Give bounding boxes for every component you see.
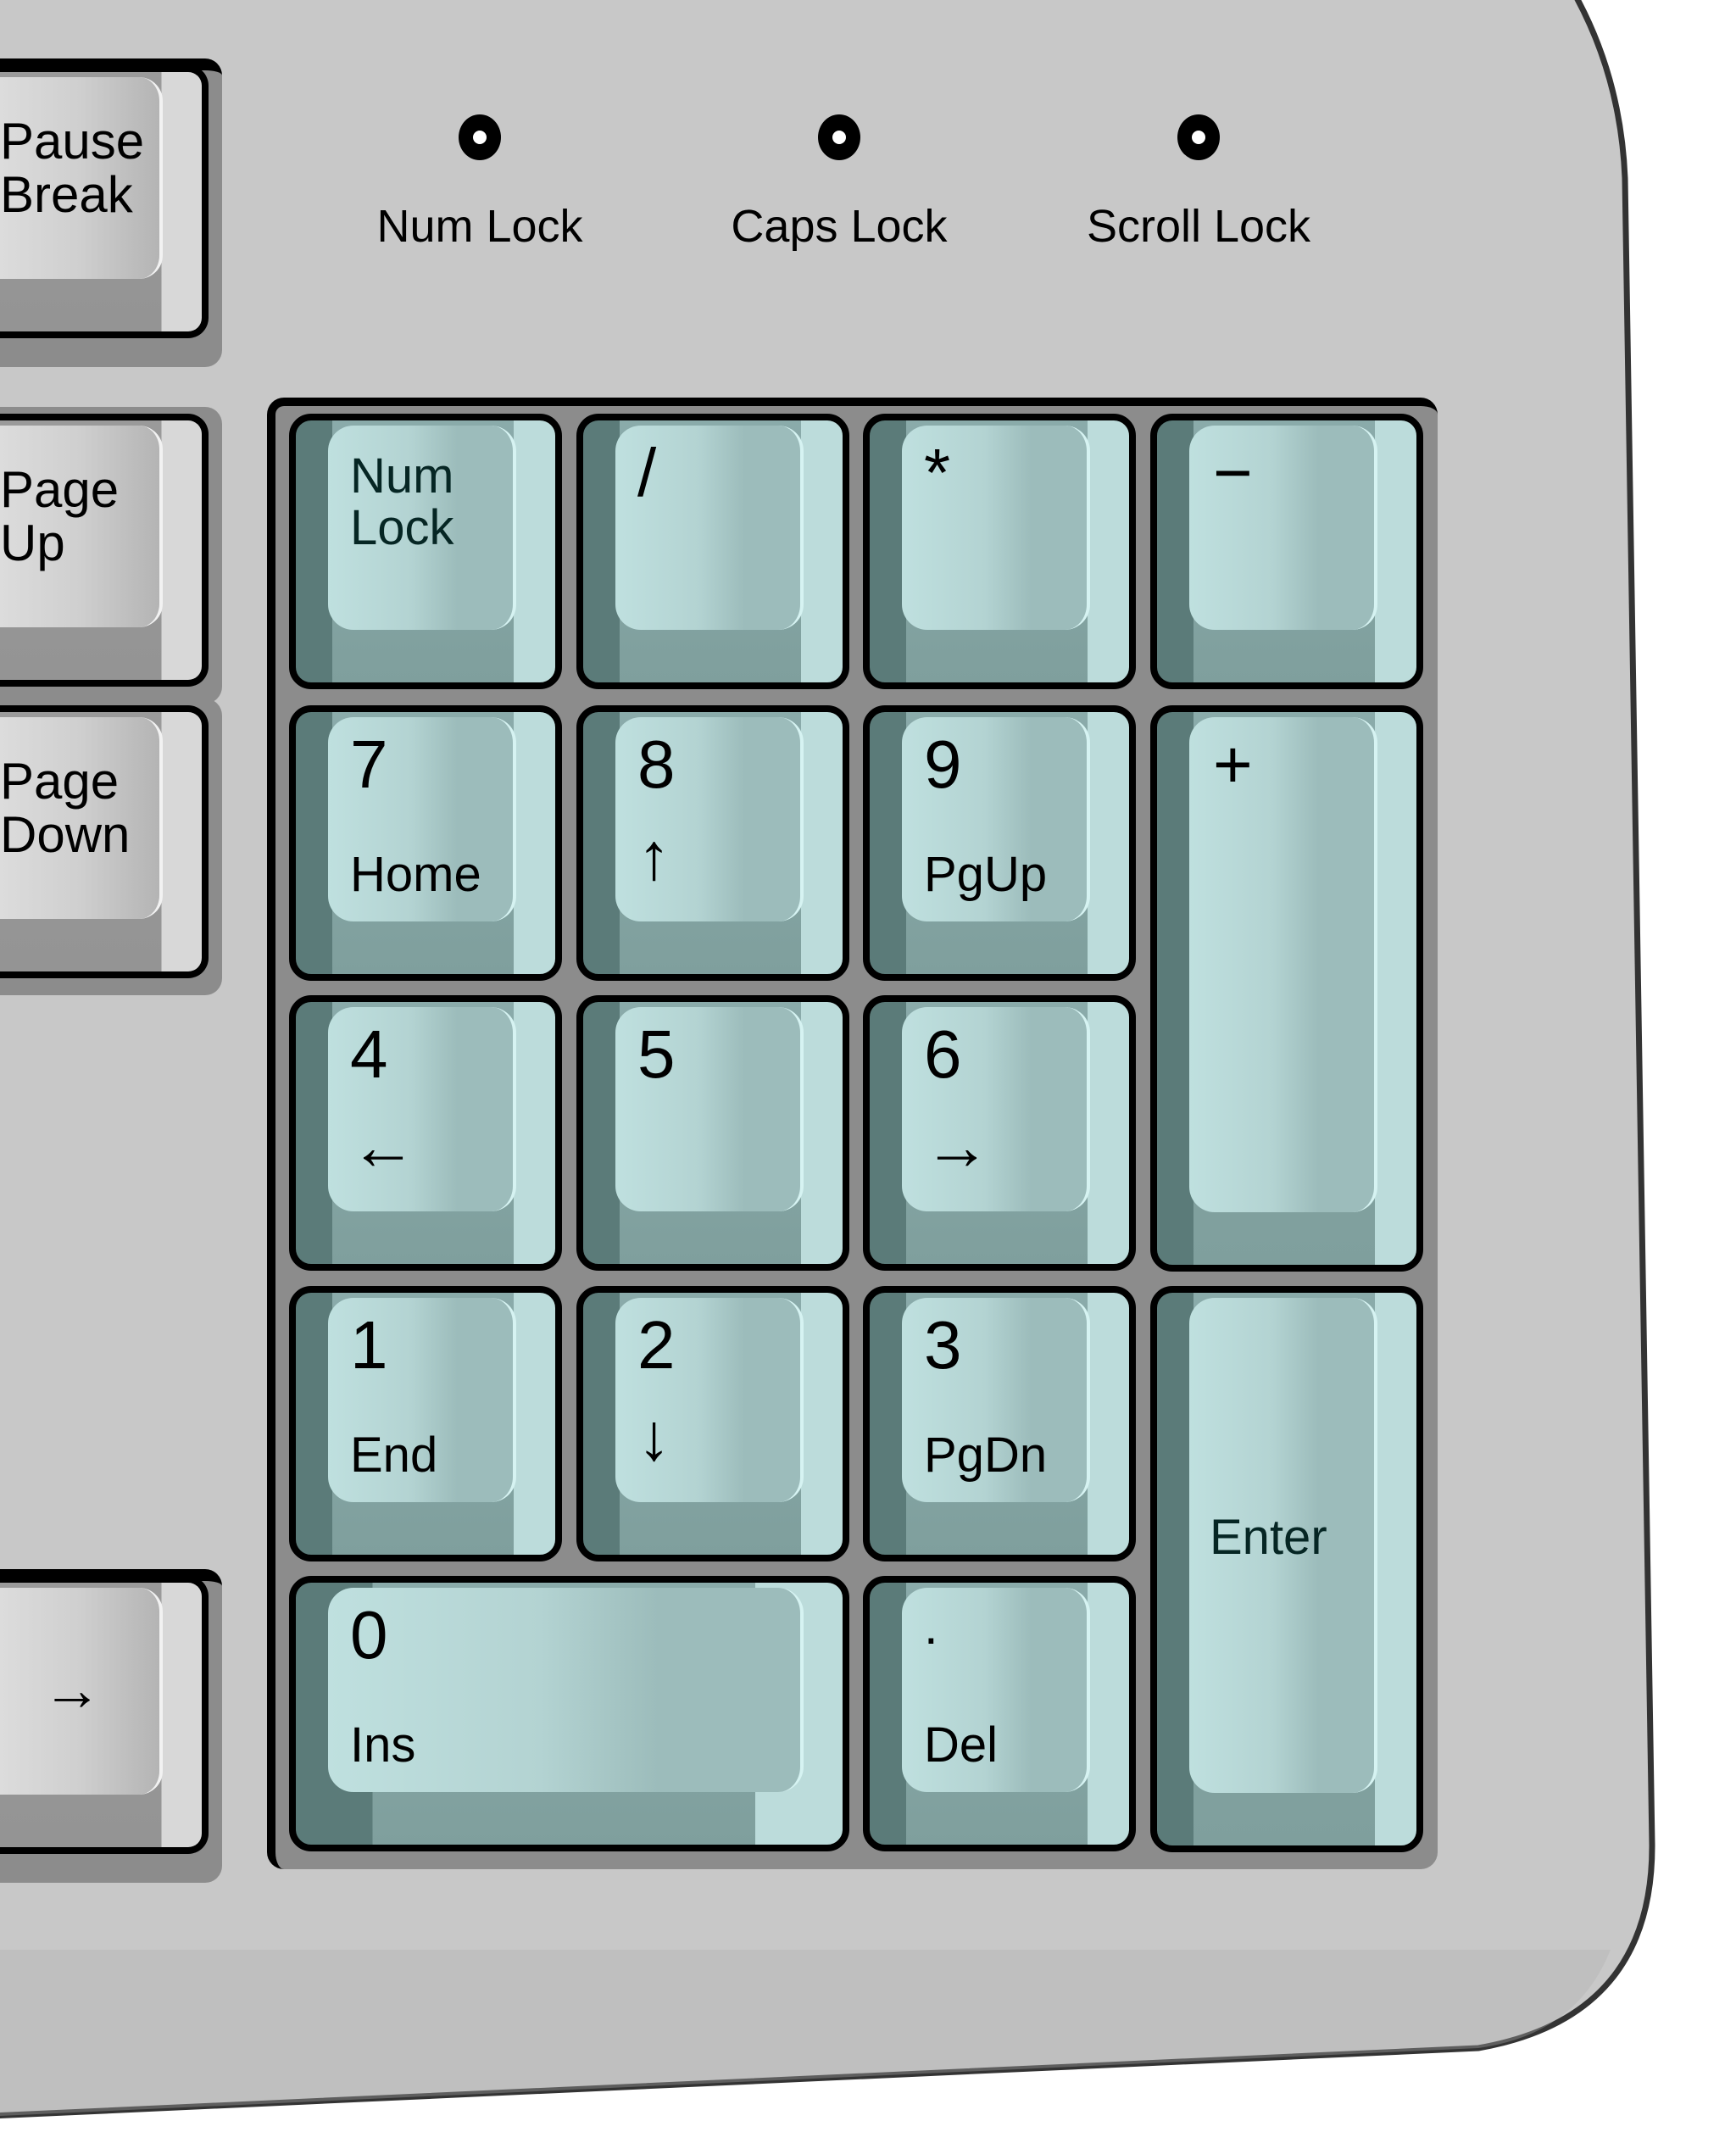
key-5[interactable]: 5	[576, 995, 849, 1271]
page-up-key[interactable]: Page Up	[0, 414, 209, 687]
key-label: 1	[350, 1307, 388, 1383]
key-label: 7	[350, 726, 388, 802]
divide-key[interactable]: /	[576, 414, 849, 689]
key-label: 8	[637, 726, 676, 802]
key-7[interactable]: 7 Home	[289, 705, 562, 981]
key-label: Num Lock	[350, 448, 454, 555]
key-label: .	[924, 1598, 938, 1655]
key-4[interactable]: 4 ←	[289, 995, 562, 1271]
key-label: *	[924, 435, 951, 510]
num-lock-key[interactable]: Num Lock	[289, 414, 562, 689]
key-6[interactable]: 6 →	[863, 995, 1136, 1271]
key-9[interactable]: 9 PgUp	[863, 705, 1136, 981]
key-sublabel: Del	[924, 1717, 999, 1773]
key-3[interactable]: 3 PgDn	[863, 1286, 1136, 1561]
indicator-label: Num Lock	[376, 201, 583, 252]
key-sublabel: PgDn	[924, 1428, 1048, 1483]
key-sublabel: Ins	[350, 1717, 416, 1773]
key-label: Pause Break	[0, 113, 145, 223]
key-1[interactable]: 1 End	[289, 1286, 562, 1561]
key-sublabel: End	[350, 1428, 438, 1483]
key-label: −	[1213, 435, 1253, 510]
led-icon	[459, 114, 501, 160]
led-icon	[818, 114, 860, 160]
key-0[interactable]: 0 Ins	[289, 1576, 849, 1851]
key-label: 5	[637, 1016, 676, 1092]
key-label: 9	[924, 726, 962, 802]
minus-key[interactable]: −	[1150, 414, 1423, 689]
key-sublabel: Home	[350, 847, 481, 902]
enter-key[interactable]: Enter	[1150, 1286, 1423, 1852]
indicator-label: Scroll Lock	[1086, 201, 1311, 252]
key-label: Page Down	[0, 753, 131, 863]
right-arrow-icon: →	[42, 1656, 102, 1723]
up-arrow-icon: ↑	[637, 819, 670, 893]
decimal-key[interactable]: . Del	[863, 1576, 1136, 1851]
key-label: Page Up	[0, 461, 120, 571]
key-label: 0	[350, 1597, 388, 1673]
led-icon	[1177, 114, 1220, 160]
indicator-label: Caps Lock	[731, 201, 948, 252]
plus-key[interactable]: +	[1150, 705, 1423, 1272]
key-label: Enter	[1210, 1510, 1327, 1565]
left-arrow-icon: ←	[350, 1109, 416, 1183]
key-8[interactable]: 8 ↑	[576, 705, 849, 981]
key-sublabel: PgUp	[924, 847, 1048, 902]
multiply-key[interactable]: *	[863, 414, 1136, 689]
key-label: 3	[924, 1307, 962, 1383]
key-label: +	[1213, 726, 1253, 802]
key-2[interactable]: 2 ↓	[576, 1286, 849, 1561]
page-down-key[interactable]: Page Down	[0, 705, 209, 978]
key-label: 2	[637, 1307, 676, 1383]
key-label: 4	[350, 1016, 388, 1092]
right-arrow-key[interactable]: →	[0, 1576, 209, 1854]
right-arrow-icon: →	[924, 1109, 990, 1183]
down-arrow-icon: ↓	[637, 1400, 670, 1474]
pause-break-key[interactable]: Pause Break	[0, 65, 209, 338]
key-label: /	[637, 435, 657, 510]
key-label: 6	[924, 1016, 962, 1092]
